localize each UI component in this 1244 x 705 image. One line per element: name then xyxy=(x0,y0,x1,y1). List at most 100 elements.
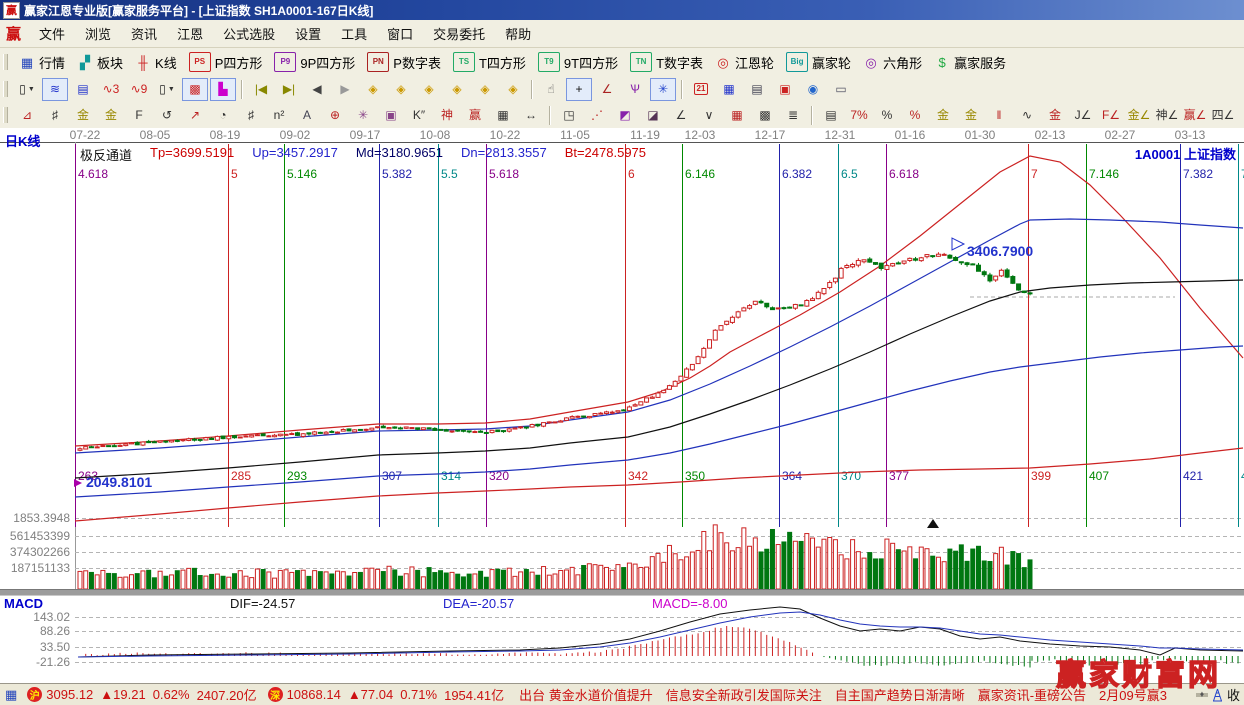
quote-grid-icon[interactable]: ▦ xyxy=(5,687,17,703)
winner-service-button[interactable]: $赢家服务 xyxy=(928,51,1012,74)
fib-time-ruler-button[interactable]: F xyxy=(126,104,152,127)
shen-tool-button[interactable]: 神 xyxy=(434,104,460,127)
j-angle-tool-button[interactable]: J∠ xyxy=(1070,104,1096,127)
circle-cross-tool-button[interactable]: ⊕ xyxy=(322,104,348,127)
calendar-button[interactable]: 21 xyxy=(688,78,714,101)
nine-chart-layout-button[interactable]: ∿9 xyxy=(126,78,152,101)
line-angle-tool-button[interactable]: ∠ xyxy=(594,78,620,101)
star-circle-tool-button[interactable]: ✳ xyxy=(350,104,376,127)
spiral-tool-button[interactable]: ↺ xyxy=(154,104,180,127)
gold-circle-tool-button[interactable]: 金 xyxy=(930,104,956,127)
hexagon-button[interactable]: ◎六角形 xyxy=(857,51,928,74)
gann-box-tool-button[interactable]: ◳ xyxy=(556,104,582,127)
menu-交易委托[interactable]: 交易委托 xyxy=(423,20,495,47)
grid-123-tool-button[interactable]: ▦ xyxy=(490,104,516,127)
toolbar-drag-handle[interactable] xyxy=(3,81,8,97)
price-hash-ruler-button[interactable]: ♯ xyxy=(238,104,264,127)
text-label-tool-button[interactable]: A xyxy=(294,104,320,127)
angle-lines-tool-button[interactable]: ∠ xyxy=(668,104,694,127)
brush-bars-tool-button[interactable]: ‖ xyxy=(986,104,1012,127)
calculator-button[interactable]: ▦ xyxy=(716,78,742,101)
red-fan-lines-button[interactable]: ⋰ xyxy=(584,104,610,127)
k-prime-tool-button[interactable]: K″ xyxy=(406,104,432,127)
save-button[interactable]: ▣ xyxy=(772,78,798,101)
v-lines-tool-button[interactable]: ∨ xyxy=(696,104,722,127)
dark-grid-tool-button[interactable]: ▩ xyxy=(752,104,778,127)
ying-tool-button[interactable]: 赢 xyxy=(462,104,488,127)
9p-square-button[interactable]: P99P四方形 xyxy=(268,50,361,74)
gold-angle-tool-button[interactable]: 金∠ xyxy=(1126,104,1152,127)
menu-窗口[interactable]: 窗口 xyxy=(377,20,423,47)
kline-button[interactable]: ╫K线 xyxy=(129,51,183,74)
percent-lines-tool-button[interactable]: % xyxy=(902,104,928,127)
time-hash-ruler-button[interactable]: ♯ xyxy=(42,104,68,127)
winner-wheel-button[interactable]: Big赢家轮 xyxy=(780,50,857,74)
zoom-in-button[interactable]: ◈ xyxy=(444,78,470,101)
shift-left-button[interactable]: ◈ xyxy=(360,78,386,101)
notes-button[interactable]: ▤ xyxy=(744,78,770,101)
three-chart-layout-button[interactable]: ∿3 xyxy=(98,78,124,101)
zoom-all-button[interactable]: ◈ xyxy=(500,78,526,101)
title-bar[interactable]: 赢 赢家江恩专业版[赢家服务平台] - [上证指数 SH1A0001-167日K… xyxy=(0,0,1244,20)
gann-psi-tool-button[interactable]: Ѱ xyxy=(622,78,648,101)
pane-splitter[interactable] xyxy=(0,589,1244,596)
t-square-button[interactable]: TST四方形 xyxy=(447,50,532,74)
first-page-button[interactable]: |◀ xyxy=(248,78,274,101)
gold-segment-1-button[interactable]: 金 xyxy=(70,104,96,127)
toolbar-drag-handle[interactable] xyxy=(3,54,8,70)
hand-tool-button[interactable]: ☝ xyxy=(538,78,564,101)
menu-公式选股[interactable]: 公式选股 xyxy=(213,20,285,47)
si-angle-tool-button[interactable]: 四∠ xyxy=(1210,104,1236,127)
dark-fan-box-button[interactable]: ◪ xyxy=(640,104,666,127)
seven-percent-tool-button[interactable]: 7% xyxy=(846,104,872,127)
menu-江恩[interactable]: 江恩 xyxy=(167,20,213,47)
angle-pen-tool-button[interactable]: ⊿ xyxy=(14,104,40,127)
period-selector-button[interactable]: ▯▼ xyxy=(14,78,40,101)
wave-tool-button[interactable]: ∿ xyxy=(1014,104,1040,127)
mind-map-tool-button[interactable]: ✳ xyxy=(650,78,676,101)
gold-lines-tool-button[interactable]: 金 xyxy=(958,104,984,127)
last-page-button[interactable]: ▶| xyxy=(276,78,302,101)
menu-资讯[interactable]: 资讯 xyxy=(121,20,167,47)
shift-right-button[interactable]: ◈ xyxy=(388,78,414,101)
red-marker-pen-button[interactable]: ↗ xyxy=(182,104,208,127)
candle-style-dropdown-icon[interactable]: ▼ xyxy=(168,86,175,93)
gold-underline-tool-button[interactable]: 金 xyxy=(1042,104,1068,127)
p-number-table-button[interactable]: PNP数字表 xyxy=(361,50,447,74)
expand-h-button[interactable]: ◈ xyxy=(416,78,442,101)
toolbar-drag-handle[interactable] xyxy=(3,107,8,123)
percent-tool-button[interactable]: % xyxy=(874,104,900,127)
ying-angle-tool-button[interactable]: 赢∠ xyxy=(1182,104,1208,127)
parallel-lines-tool-button[interactable]: ≣ xyxy=(780,104,806,127)
overlay-chart-button[interactable]: ≋ xyxy=(42,78,68,101)
save-web-button[interactable]: ◉ xyxy=(800,78,826,101)
time-clock-tool-button[interactable]: ◔ xyxy=(210,104,236,127)
histogram-view-button[interactable]: ▙ xyxy=(210,78,236,101)
span-measure-tool-button[interactable]: ↔ xyxy=(518,104,544,127)
menu-文件[interactable]: 文件 xyxy=(29,20,75,47)
f-angle-tool-button[interactable]: F∠ xyxy=(1098,104,1124,127)
prev-bar-button[interactable]: ◀ xyxy=(304,78,330,101)
menu-工具[interactable]: 工具 xyxy=(331,20,377,47)
candle-style-button[interactable]: ▯▼ xyxy=(154,78,180,101)
info-panel-button[interactable]: ▤ xyxy=(70,78,96,101)
gann-wheel-button[interactable]: ◎江恩轮 xyxy=(709,51,780,74)
sectors-button[interactable]: ▞板块 xyxy=(71,51,129,74)
shen-angle-tool-button[interactable]: 神∠ xyxy=(1154,104,1180,127)
next-bar-button[interactable]: ▶ xyxy=(332,78,358,101)
menu-帮助[interactable]: 帮助 xyxy=(495,20,541,47)
zoom-out-button[interactable]: ◈ xyxy=(472,78,498,101)
crosshair-tool-button[interactable]: + xyxy=(566,78,592,101)
kline-chart-canvas[interactable]: 4.61826352855.1462935.3823075.53145.6183… xyxy=(0,128,1244,683)
print-button[interactable]: ▭ xyxy=(828,78,854,101)
gold-segment-2-button[interactable]: 金 xyxy=(98,104,124,127)
quotes-button[interactable]: ▦行情 xyxy=(13,51,71,74)
menu-浏览[interactable]: 浏览 xyxy=(75,20,121,47)
square-circle-tool-button[interactable]: ▣ xyxy=(378,104,404,127)
map-view-button[interactable]: ▩ xyxy=(182,78,208,101)
t-number-table-button[interactable]: TNT数字表 xyxy=(624,50,709,74)
menu-设置[interactable]: 设置 xyxy=(285,20,331,47)
n-square-tool-button[interactable]: n² xyxy=(266,104,292,127)
9t-square-button[interactable]: T99T四方形 xyxy=(532,50,624,74)
p-square-button[interactable]: PSP四方形 xyxy=(183,50,269,74)
